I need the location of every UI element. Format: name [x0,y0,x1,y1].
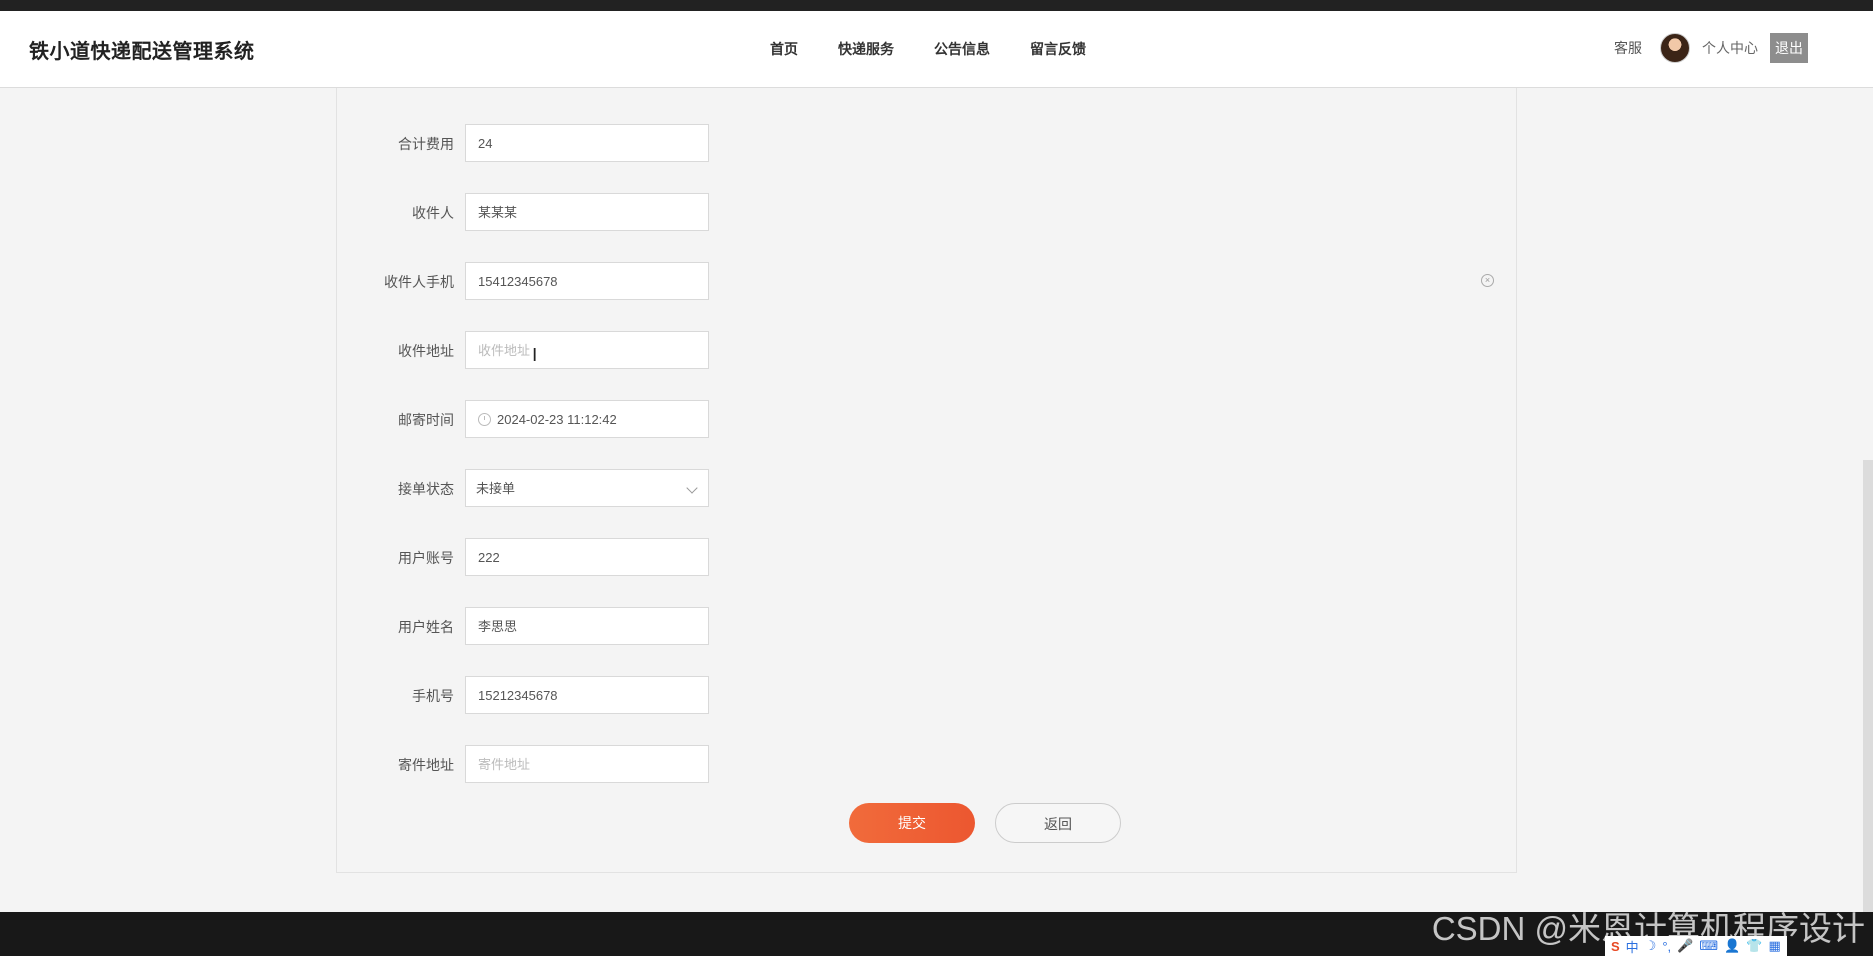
chevron-down-icon [686,482,698,494]
recipient-input[interactable]: 某某某 [465,193,709,231]
form-row-recipient-phone: 收件人手机 15412345678 [336,262,936,302]
logout-button[interactable]: 退出 [1770,33,1808,63]
skin-icon[interactable]: 👕 [1746,938,1762,954]
form-row-recipient: 收件人 某某某 [336,193,936,233]
recipient-phone-input[interactable]: 15412345678 [465,262,709,300]
personal-center-link[interactable]: 个人中心 [1702,38,1758,58]
form-row-user-account: 用户账号 222 [336,538,936,578]
submit-button[interactable]: 提交 [849,803,975,843]
customer-service-link[interactable]: 客服 [1614,38,1642,58]
user-name-input[interactable]: 李思思 [465,607,709,645]
recipient-address-input[interactable]: 收件地址 [465,331,709,369]
nav-express-service[interactable]: 快递服务 [838,39,894,59]
sender-address-input[interactable]: 寄件地址 [465,745,709,783]
user-account-label: 用户账号 [398,550,454,566]
site-title: 铁小道快递配送管理系统 [29,41,255,63]
phone-input[interactable]: 15212345678 [465,676,709,714]
recipient-phone-label: 收件人手机 [384,274,454,290]
grid-menu-icon[interactable]: ▦ [1768,938,1780,954]
avatar[interactable] [1660,33,1690,63]
order-status-select[interactable]: 未接单 [465,469,709,507]
moon-icon[interactable]: ☽ [1645,938,1657,954]
clock-icon [478,413,491,426]
form-row-order-status: 接单状态 未接单 [336,469,936,509]
user-account-input[interactable]: 222 [465,538,709,576]
scrollbar[interactable] [1863,460,1873,912]
total-fee-input[interactable]: 24 [465,124,709,162]
main-nav: 首页 快递服务 公告信息 留言反馈 [770,39,1086,59]
text-cursor-icon: I [532,345,538,366]
ime-toolbar: S 中 ☽ °, 🎤 ⌨ 👤 👕 ▦ [1605,936,1787,956]
site-header: 铁小道快递配送管理系统 首页 快递服务 公告信息 留言反馈 客服 个人中心 退出 [0,11,1873,88]
clear-icon[interactable]: × [1481,274,1494,287]
form-row-user-name: 用户姓名 李思思 [336,607,936,647]
nav-feedback[interactable]: 留言反馈 [1030,39,1086,59]
sender-address-label: 寄件地址 [398,757,454,773]
order-status-value: 未接单 [476,481,516,496]
order-status-label: 接单状态 [398,481,454,497]
ime-chinese-mode[interactable]: 中 [1626,937,1639,956]
recipient-label: 收件人 [412,205,454,221]
mail-time-label: 邮寄时间 [398,412,454,428]
keyboard-icon[interactable]: ⌨ [1699,938,1718,954]
phone-label: 手机号 [412,688,454,704]
total-fee-label: 合计费用 [398,136,454,152]
mail-time-picker[interactable]: 2024-02-23 11:12:42 [465,400,709,438]
recipient-address-label: 收件地址 [398,343,454,359]
form-row-total-fee: 合计费用 24 [336,124,936,164]
browser-top-bar [0,0,1873,11]
mail-time-value: 2024-02-23 11:12:42 [497,412,617,427]
form-row-recipient-address: 收件地址 收件地址 [336,331,936,371]
back-button[interactable]: 返回 [995,803,1121,843]
nav-home[interactable]: 首页 [770,39,798,59]
form-row-mail-time: 邮寄时间 2024-02-23 11:12:42 [336,400,936,440]
punctuation-icon[interactable]: °, [1662,939,1671,954]
ime-logo-icon[interactable]: S [1611,939,1620,954]
user-icon[interactable]: 👤 [1724,938,1740,954]
form-row-phone: 手机号 15212345678 [336,676,936,716]
nav-announcements[interactable]: 公告信息 [934,39,990,59]
form-row-sender-address: 寄件地址 寄件地址 [336,745,936,785]
microphone-icon[interactable]: 🎤 [1677,938,1693,954]
user-name-label: 用户姓名 [398,619,454,635]
header-user-area: 客服 个人中心 退出 [1614,33,1808,63]
